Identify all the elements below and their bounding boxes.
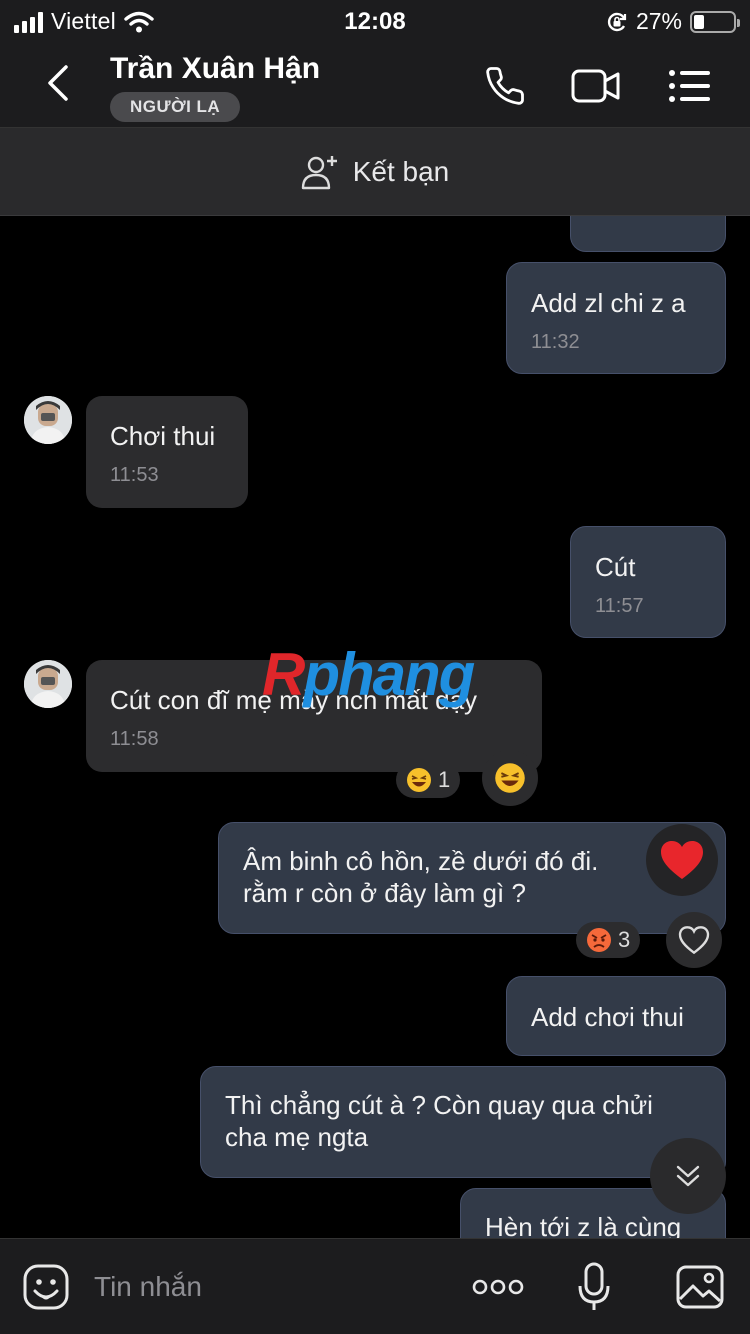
message-bubble[interactable]: Âm binh cô hồn, zề dưới đó đi. rằm r còn…	[218, 822, 726, 934]
message-text: Hèn tới z là cùng	[485, 1212, 682, 1238]
sticker-button[interactable]	[20, 1261, 72, 1313]
chat-header: Trần Xuân Hận NGƯỜI LẠ	[0, 44, 750, 128]
react-button[interactable]	[482, 750, 538, 806]
video-camera-icon	[571, 69, 620, 103]
more-options-button[interactable]	[470, 1261, 526, 1313]
battery-percent: 27%	[635, 8, 682, 34]
double-chevron-down-icon	[676, 1165, 700, 1187]
message-time: 11:32	[531, 331, 580, 353]
video-call-button[interactable]	[570, 60, 622, 112]
message-text-line: Âm binh cô hồn, zề dưới đó đi.	[243, 846, 599, 876]
back-button[interactable]	[38, 58, 78, 108]
avatar[interactable]	[24, 396, 72, 444]
heart-icon	[661, 841, 703, 879]
message-list[interactable]: Add zl chi z a 11:32 Chơi thui 11:53 Cút…	[0, 216, 750, 1238]
call-button[interactable]	[479, 60, 531, 112]
heart-reaction-popup[interactable]	[646, 824, 718, 896]
message-bubble[interactable]: Thì chẳng cút à ? Còn quay qua chửi cha …	[200, 1066, 726, 1178]
message-text: Add chơi thui	[531, 1002, 684, 1032]
reaction-count: 3	[618, 927, 631, 952]
avatar-photo	[24, 660, 72, 708]
message-text-line: rằm r còn ở đây làm gì ?	[243, 878, 526, 908]
angry-emoji-icon	[587, 928, 611, 952]
message-time: 11:58	[110, 728, 159, 750]
laughing-emoji-icon	[495, 763, 525, 793]
stranger-badge: NGƯỜI LẠ	[110, 92, 241, 122]
laughing-emoji-icon	[407, 768, 431, 792]
add-friend-label: Kết bạn	[352, 155, 450, 187]
message-text: Add zl chi z a	[531, 288, 686, 318]
message-text-line: cha mẹ ngta	[225, 1122, 369, 1152]
contact-name[interactable]: Trần Xuân Hận	[110, 52, 320, 86]
watermark-logo: Rphang	[262, 641, 475, 708]
react-button[interactable]	[666, 912, 722, 968]
battery-icon	[690, 10, 740, 33]
message-bubble[interactable]: Chơi thui 11:53	[86, 396, 248, 508]
rotation-lock-icon	[607, 12, 627, 31]
sticker-face-icon	[23, 1264, 69, 1310]
scroll-to-bottom-button[interactable]	[650, 1138, 726, 1214]
add-user-icon	[301, 155, 337, 189]
phone-icon	[486, 67, 524, 105]
reaction-summary[interactable]: 1	[396, 762, 461, 798]
message-text: Chơi thui	[110, 421, 216, 451]
status-bar: Viettel 12:08 27%	[0, 0, 750, 44]
message-time: 11:57	[595, 595, 644, 617]
list-menu-icon	[669, 70, 710, 102]
message-time: 11:53	[110, 464, 159, 486]
message-text: Cút	[595, 552, 636, 582]
voice-message-button[interactable]	[568, 1261, 620, 1313]
avatar-photo	[24, 396, 72, 444]
avatar[interactable]	[24, 660, 72, 708]
reaction-count: 1	[438, 767, 451, 792]
chevron-left-icon	[48, 65, 68, 101]
message-bubble[interactable]: Add chơi thui	[506, 976, 726, 1056]
more-dots-icon	[472, 1279, 524, 1295]
heart-outline-icon	[678, 926, 710, 954]
options-menu-button[interactable]	[664, 60, 716, 112]
image-icon	[676, 1265, 724, 1309]
message-bubble[interactable]: Cút 11:57	[570, 526, 726, 638]
message-text-line: Thì chẳng cút à ? Còn quay qua chửi	[225, 1090, 653, 1120]
message-bubble[interactable]: Add zl chi z a 11:32	[506, 262, 726, 374]
add-friend-button[interactable]: Kết bạn	[0, 128, 750, 216]
message-bubble-partial[interactable]	[570, 216, 726, 252]
message-input[interactable]	[94, 1265, 444, 1309]
composer-bar	[0, 1238, 750, 1334]
reaction-summary[interactable]: 3	[576, 922, 641, 958]
image-button[interactable]	[674, 1261, 726, 1313]
microphone-icon	[578, 1262, 610, 1310]
